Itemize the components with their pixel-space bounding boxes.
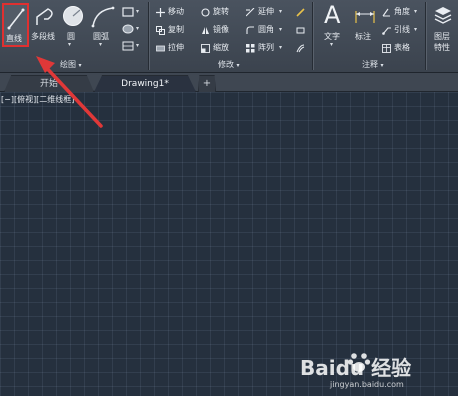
rectangle-icon[interactable] xyxy=(122,7,134,17)
annotate-panel-title[interactable]: 注释 ▾ xyxy=(362,59,384,70)
modify-panel-title[interactable]: 修改 ▾ xyxy=(218,59,240,70)
text-tool-button[interactable]: A 文字 ▾ xyxy=(320,1,348,49)
dimension-tool-button[interactable]: 标注 xyxy=(352,3,378,49)
panel-separator xyxy=(312,2,314,70)
fillet-dropdown-arrow-icon[interactable]: ▾ xyxy=(279,26,282,33)
plus-icon: + xyxy=(202,78,212,89)
text-dropdown-arrow-icon[interactable]: ▾ xyxy=(330,41,333,48)
layer-properties-label-line1: 图层 xyxy=(434,32,450,41)
extend-icon xyxy=(246,8,255,17)
polyline-tool-button[interactable]: 多段线 xyxy=(31,4,61,48)
modify-panel-expand-icon: ▾ xyxy=(236,62,240,69)
ribbon: 直线 多段线 圆 ▾ 圆弧 ▾ ▾ ▾ ▾ 绘图 ▾ 移动 旋转 延伸 ▾ 复制… xyxy=(0,0,458,73)
rectangle-dropdown-arrow-icon: ▾ xyxy=(136,8,140,15)
modify-item-fillet[interactable]: 圆角 xyxy=(258,25,274,35)
modify-item-copy[interactable]: 复制 xyxy=(168,25,184,35)
modify-item-array[interactable]: 阵列 xyxy=(258,43,274,53)
move-icon xyxy=(156,8,165,17)
annotate-panel-expand-icon: ▾ xyxy=(380,62,384,69)
leader-dropdown-arrow-icon[interactable]: ▾ xyxy=(414,26,417,33)
angle-icon xyxy=(382,8,390,17)
dimension-tool-label: 标注 xyxy=(355,32,371,41)
hatch-dropdown-arrow-icon: ▾ xyxy=(136,25,140,32)
rotate-icon xyxy=(201,8,210,17)
leader-icon xyxy=(382,27,391,35)
watermark-brand: Baidu 经验 xyxy=(300,356,412,380)
modify-item-scale[interactable]: 缩放 xyxy=(213,43,229,53)
layer-properties-label-line2: 特性 xyxy=(434,43,450,52)
mirror-icon xyxy=(202,27,209,34)
boundary-dropdown-arrow-icon: ▾ xyxy=(136,42,140,49)
array-dropdown-arrow-icon[interactable]: ▾ xyxy=(279,44,282,51)
arc-tool-button[interactable]: 圆弧 ▾ xyxy=(88,4,118,48)
extend-dropdown-arrow-icon[interactable]: ▾ xyxy=(279,8,282,15)
modify-item-rotate[interactable]: 旋转 xyxy=(213,7,229,17)
annotate-item-table[interactable]: 表格 xyxy=(394,43,410,53)
scale-icon xyxy=(201,44,210,53)
text-a-icon: A xyxy=(324,1,341,29)
arc-dropdown-arrow-icon[interactable]: ▾ xyxy=(99,41,102,48)
hatch-icon[interactable] xyxy=(122,24,134,34)
dimension-icon xyxy=(355,11,375,23)
annotate-item-angle[interactable]: 角度 xyxy=(394,7,410,17)
polyline-tool-label: 多段线 xyxy=(31,32,55,41)
arc-icon xyxy=(91,6,115,28)
circle-icon xyxy=(63,6,83,26)
table-icon xyxy=(382,44,391,53)
pen-edit-icon[interactable] xyxy=(296,8,305,17)
annotate-item-leader[interactable]: 引线 xyxy=(394,25,410,35)
circle-dropdown-arrow-icon[interactable]: ▾ xyxy=(68,41,71,48)
polyline-icon xyxy=(36,8,53,25)
watermark-url: jingyan.baidu.com xyxy=(330,380,404,389)
circle-tool-button[interactable]: 圆 ▾ xyxy=(62,4,84,48)
modify-item-extend[interactable]: 延伸 xyxy=(258,7,274,17)
viewport-controls[interactable]: [−][俯视][二维线框] xyxy=(1,94,74,105)
tab-start[interactable]: 开始 xyxy=(4,75,94,92)
tab-drawing1-label: Drawing1* xyxy=(121,79,169,89)
draw-panel-expand-icon: ▾ xyxy=(78,62,82,69)
offset-icon[interactable] xyxy=(296,44,305,53)
array-icon xyxy=(246,44,255,53)
drawing-canvas[interactable]: [−][俯视][二维线框] xyxy=(0,92,458,396)
line-tool-button[interactable]: 直线 xyxy=(2,3,29,47)
autocad-window: 直线 多段线 圆 ▾ 圆弧 ▾ ▾ ▾ ▾ 绘图 ▾ 移动 旋转 延伸 ▾ 复制… xyxy=(0,0,458,396)
new-tab-button[interactable]: + xyxy=(198,75,216,92)
stretch-icon xyxy=(156,45,165,52)
panel-separator xyxy=(425,2,427,70)
modify-item-stretch[interactable]: 拉伸 xyxy=(168,43,184,53)
copy-icon xyxy=(156,26,165,35)
layers-stack-icon xyxy=(434,7,452,24)
erase-icon[interactable] xyxy=(296,26,305,35)
layer-properties-button[interactable]: 图层 特性 xyxy=(430,3,457,59)
tab-start-label: 开始 xyxy=(39,79,58,89)
angle-dropdown-arrow-icon[interactable]: ▾ xyxy=(414,8,417,15)
panel-separator xyxy=(148,2,150,70)
tab-drawing1[interactable]: Drawing1* xyxy=(94,75,196,92)
line-icon xyxy=(7,8,25,30)
draw-panel-title[interactable]: 绘图 ▾ xyxy=(60,59,82,70)
fillet-icon xyxy=(246,26,254,34)
file-tab-bar: 开始 Drawing1* + xyxy=(0,73,458,92)
line-tool-label: 直线 xyxy=(6,34,22,43)
modify-item-mirror[interactable]: 镜像 xyxy=(213,25,229,35)
boundary-icon[interactable] xyxy=(122,41,134,51)
modify-item-move[interactable]: 移动 xyxy=(168,7,184,17)
modify-panel-title-label: 修改 xyxy=(218,60,234,69)
annotate-panel-title-label: 注释 xyxy=(362,60,378,69)
draw-panel-title-label: 绘图 xyxy=(60,60,76,69)
